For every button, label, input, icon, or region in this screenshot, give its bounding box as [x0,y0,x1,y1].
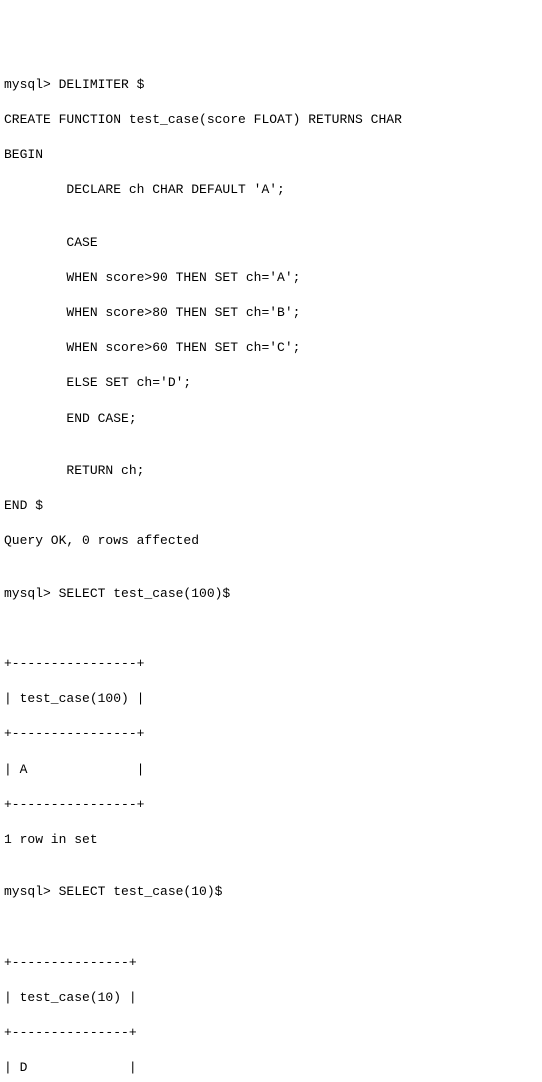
code-line: +---------------+ [4,1024,538,1042]
code-line: CASE [4,234,538,252]
code-line: Query OK, 0 rows affected [4,532,538,550]
code-line: RETURN ch; [4,462,538,480]
code-line: | test_case(10) | [4,989,538,1007]
code-line: WHEN score>80 THEN SET ch='B'; [4,304,538,322]
code-line: END $ [4,497,538,515]
code-line: | A | [4,761,538,779]
code-line: WHEN score>60 THEN SET ch='C'; [4,339,538,357]
code-line: +----------------+ [4,796,538,814]
code-line: CREATE FUNCTION test_case(score FLOAT) R… [4,111,538,129]
code-line: mysql> DELIMITER $ [4,76,538,94]
code-line: DECLARE ch CHAR DEFAULT 'A'; [4,181,538,199]
code-line: END CASE; [4,410,538,428]
code-line: +----------------+ [4,725,538,743]
code-line: +----------------+ [4,655,538,673]
code-line: mysql> SELECT test_case(100)$ [4,585,538,603]
code-line: | D | [4,1059,538,1077]
code-line: 1 row in set [4,831,538,849]
code-line: | test_case(100) | [4,690,538,708]
code-line: WHEN score>90 THEN SET ch='A'; [4,269,538,287]
code-line: ELSE SET ch='D'; [4,374,538,392]
code-line: +---------------+ [4,954,538,972]
code-line: BEGIN [4,146,538,164]
code-line: mysql> SELECT test_case(10)$ [4,883,538,901]
